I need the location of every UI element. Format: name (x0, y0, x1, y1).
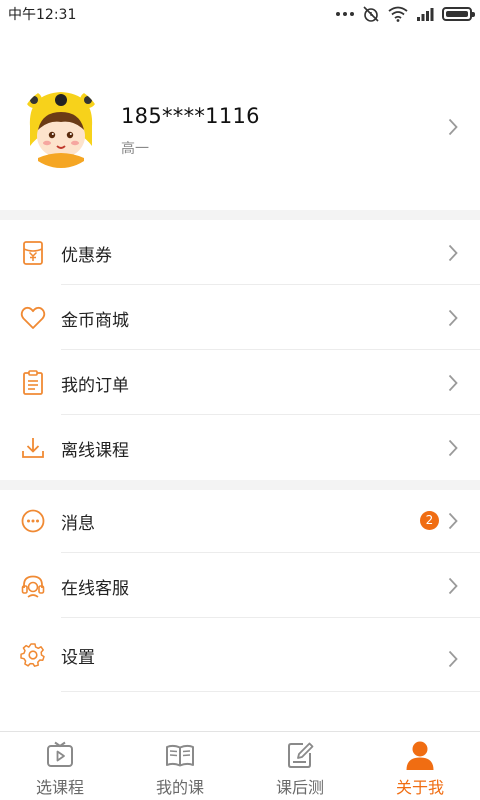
wifi-icon (388, 6, 408, 22)
edit-note-icon (288, 742, 314, 768)
message-icon (21, 509, 45, 533)
chevron-right-icon (448, 650, 458, 668)
chevron-right-icon (448, 577, 458, 595)
heart-icon (20, 306, 46, 329)
menu-item-label: 优惠券 (61, 246, 112, 266)
status-time: 中午12:31 (8, 7, 77, 23)
menu-item-label: 消息 (61, 514, 95, 534)
tab-about-me[interactable]: 关于我 (360, 732, 480, 800)
cartoon-avatar-icon[interactable] (20, 86, 102, 168)
headset-icon (21, 575, 45, 598)
menu-item-online-support[interactable]: 在线客服 (0, 553, 480, 618)
download-icon (22, 438, 44, 458)
chevron-right-icon (448, 244, 458, 262)
row-separator (61, 617, 480, 618)
video-play-icon (47, 741, 73, 767)
menu-item-label: 离线课程 (61, 441, 129, 461)
person-icon (406, 741, 434, 770)
menu-item-coupons[interactable]: 优惠券 (0, 220, 480, 285)
chevron-right-icon (448, 512, 458, 530)
unread-badge: 2 (420, 511, 439, 530)
signal-icon (417, 8, 434, 21)
profile-card[interactable]: 185****1116 高一 (0, 78, 480, 210)
menu-item-offline-courses[interactable]: 离线课程 (0, 415, 480, 480)
coupon-icon (23, 241, 43, 265)
status-bar: 中午12:31 (0, 0, 480, 28)
tab-label: 关于我 (395, 778, 444, 797)
menu-item-label: 我的订单 (61, 376, 129, 396)
profile-grade: 高一 (121, 141, 149, 157)
status-icons (336, 5, 475, 23)
row-separator (61, 691, 480, 692)
bottom-tab-bar: 选课程 我的课 课后测 关于我 (0, 731, 480, 800)
chevron-right-icon (448, 118, 458, 136)
tab-label: 我的课 (155, 778, 204, 797)
order-list-icon (23, 370, 43, 395)
menu-item-label: 设置 (61, 648, 95, 668)
gear-icon (20, 643, 45, 667)
menu-item-messages[interactable]: 消息 2 (0, 488, 480, 553)
tab-label: 选课程 (35, 778, 84, 797)
menu-item-label: 在线客服 (61, 579, 129, 599)
tab-select-course[interactable]: 选课程 (0, 732, 120, 800)
battery-icon (442, 7, 475, 21)
menu-item-label: 金币商城 (61, 311, 129, 331)
chevron-right-icon (448, 439, 458, 457)
more-dots-icon (336, 12, 354, 16)
chevron-right-icon (448, 309, 458, 327)
chevron-right-icon (448, 374, 458, 392)
tab-my-courses[interactable]: 我的课 (120, 732, 240, 800)
menu-item-coin-mall[interactable]: 金币商城 (0, 285, 480, 350)
profile-phone: 185****1116 (121, 104, 260, 128)
tab-after-class-test[interactable]: 课后测 (240, 732, 360, 800)
menu-item-settings[interactable]: 设置 (0, 622, 480, 692)
alarm-off-icon (363, 6, 379, 22)
section-divider (0, 210, 480, 220)
menu-item-my-orders[interactable]: 我的订单 (0, 350, 480, 415)
tab-label: 课后测 (275, 778, 324, 797)
book-icon (166, 744, 194, 767)
